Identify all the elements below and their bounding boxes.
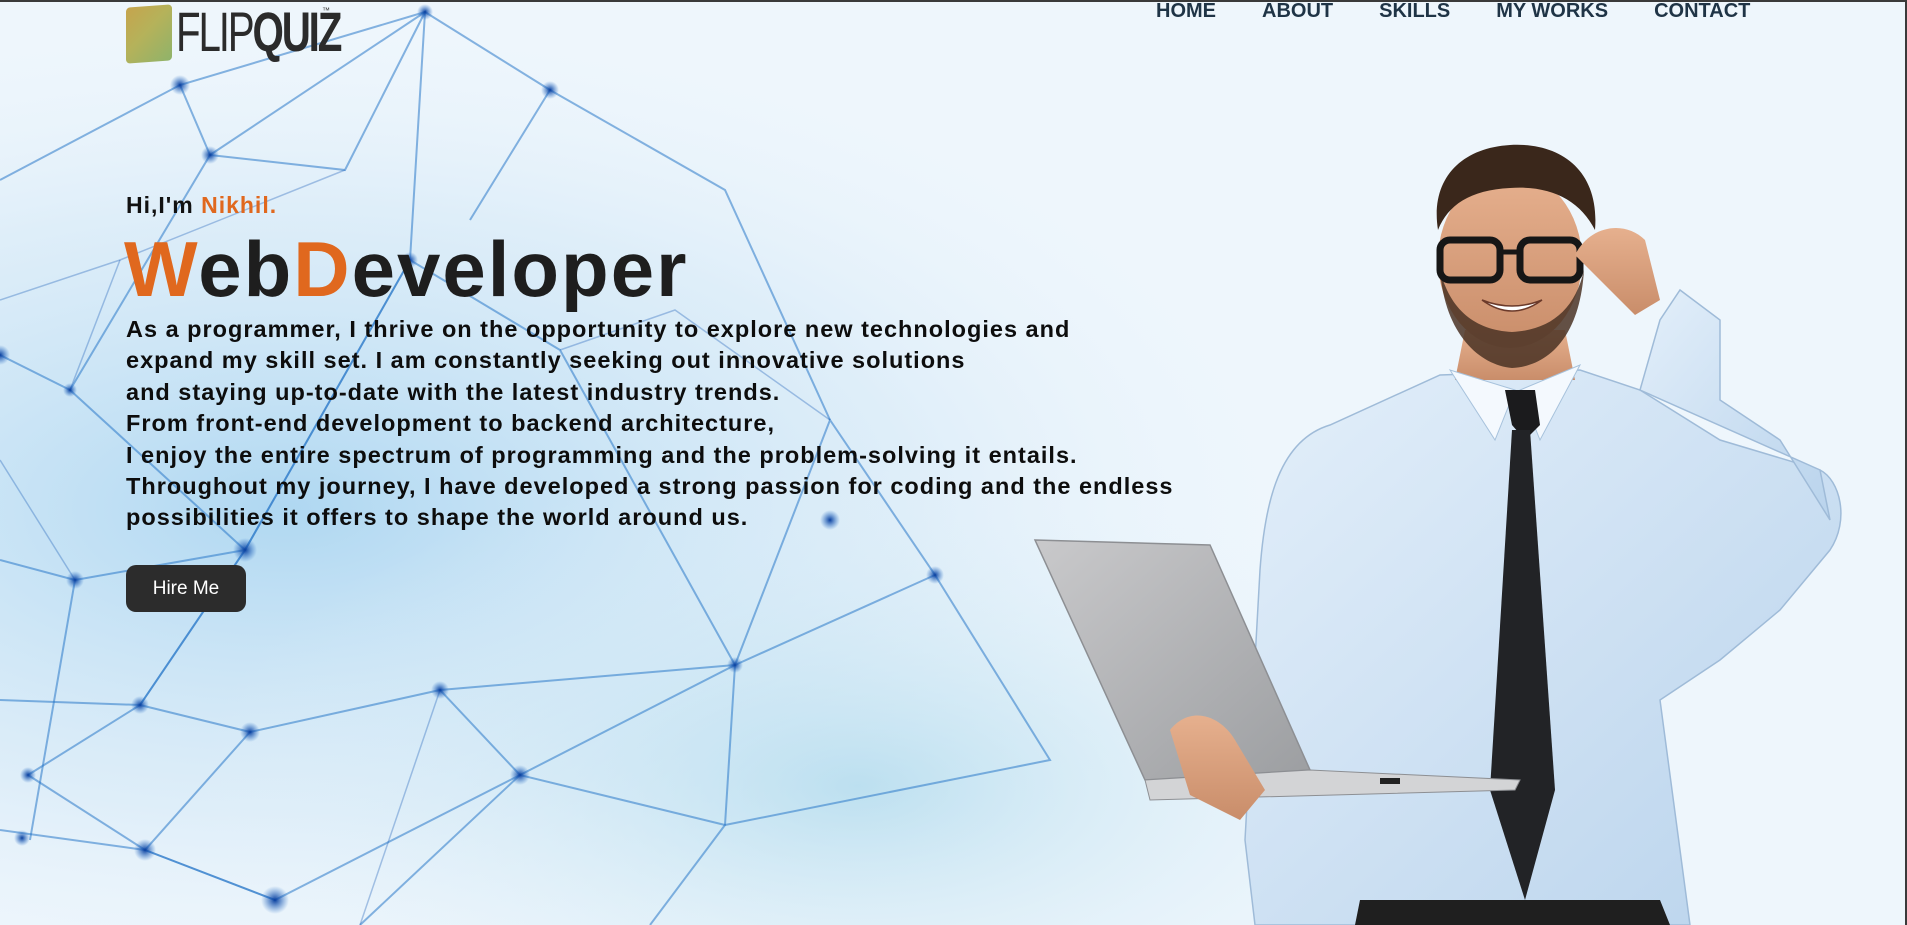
hero-greeting: Hi,I'm Nikhil. — [126, 192, 277, 219]
title-part-eveloper: eveloper — [351, 225, 689, 313]
hero-bio: As a programmer, I thrive on the opportu… — [126, 314, 1174, 534]
hero-title: WebDeveloper — [124, 224, 688, 314]
nav-link-contact[interactable]: CONTACT — [1654, 0, 1750, 22]
hero-name: Nikhil. — [201, 192, 278, 218]
bio-line: I enjoy the entire spectrum of programmi… — [126, 441, 1078, 468]
bio-line: As a programmer, I thrive on the opportu… — [126, 316, 1071, 342]
nav-link-my-works[interactable]: MY WORKS — [1496, 0, 1608, 22]
bio-line: Throughout my journey, I have developed … — [126, 473, 1174, 500]
bio-line: From front-end development to backend ar… — [126, 410, 776, 437]
nav-link-about[interactable]: ABOUT — [1262, 0, 1333, 22]
bio-line: expand my skill set. I am constantly see… — [126, 347, 966, 374]
trademark-symbol: ™ — [322, 6, 330, 15]
logo-wordmark: FLIPQUIZ — [176, 4, 342, 60]
bio-line: and staying up-to-date with the latest i… — [126, 378, 781, 405]
title-initial-d: D — [293, 225, 352, 313]
greeting-text: Hi,I'm — [126, 192, 202, 218]
nav-link-skills[interactable]: SKILLS — [1379, 0, 1450, 22]
hire-me-button[interactable]: Hire Me — [126, 565, 246, 612]
flipquiz-logo[interactable]: FLIPQUIZ ™ — [126, 2, 342, 64]
main-nav: HOME ABOUT SKILLS MY WORKS CONTACT — [1156, 0, 1750, 22]
logo-mark-icon — [126, 4, 172, 64]
logo-text-thin: FLIP — [176, 0, 255, 63]
bio-line: possibilities it offers to shape the wor… — [126, 504, 749, 531]
title-initial-w: W — [124, 225, 199, 313]
nav-link-home[interactable]: HOME — [1156, 0, 1216, 22]
title-part-eb: eb — [198, 225, 294, 313]
